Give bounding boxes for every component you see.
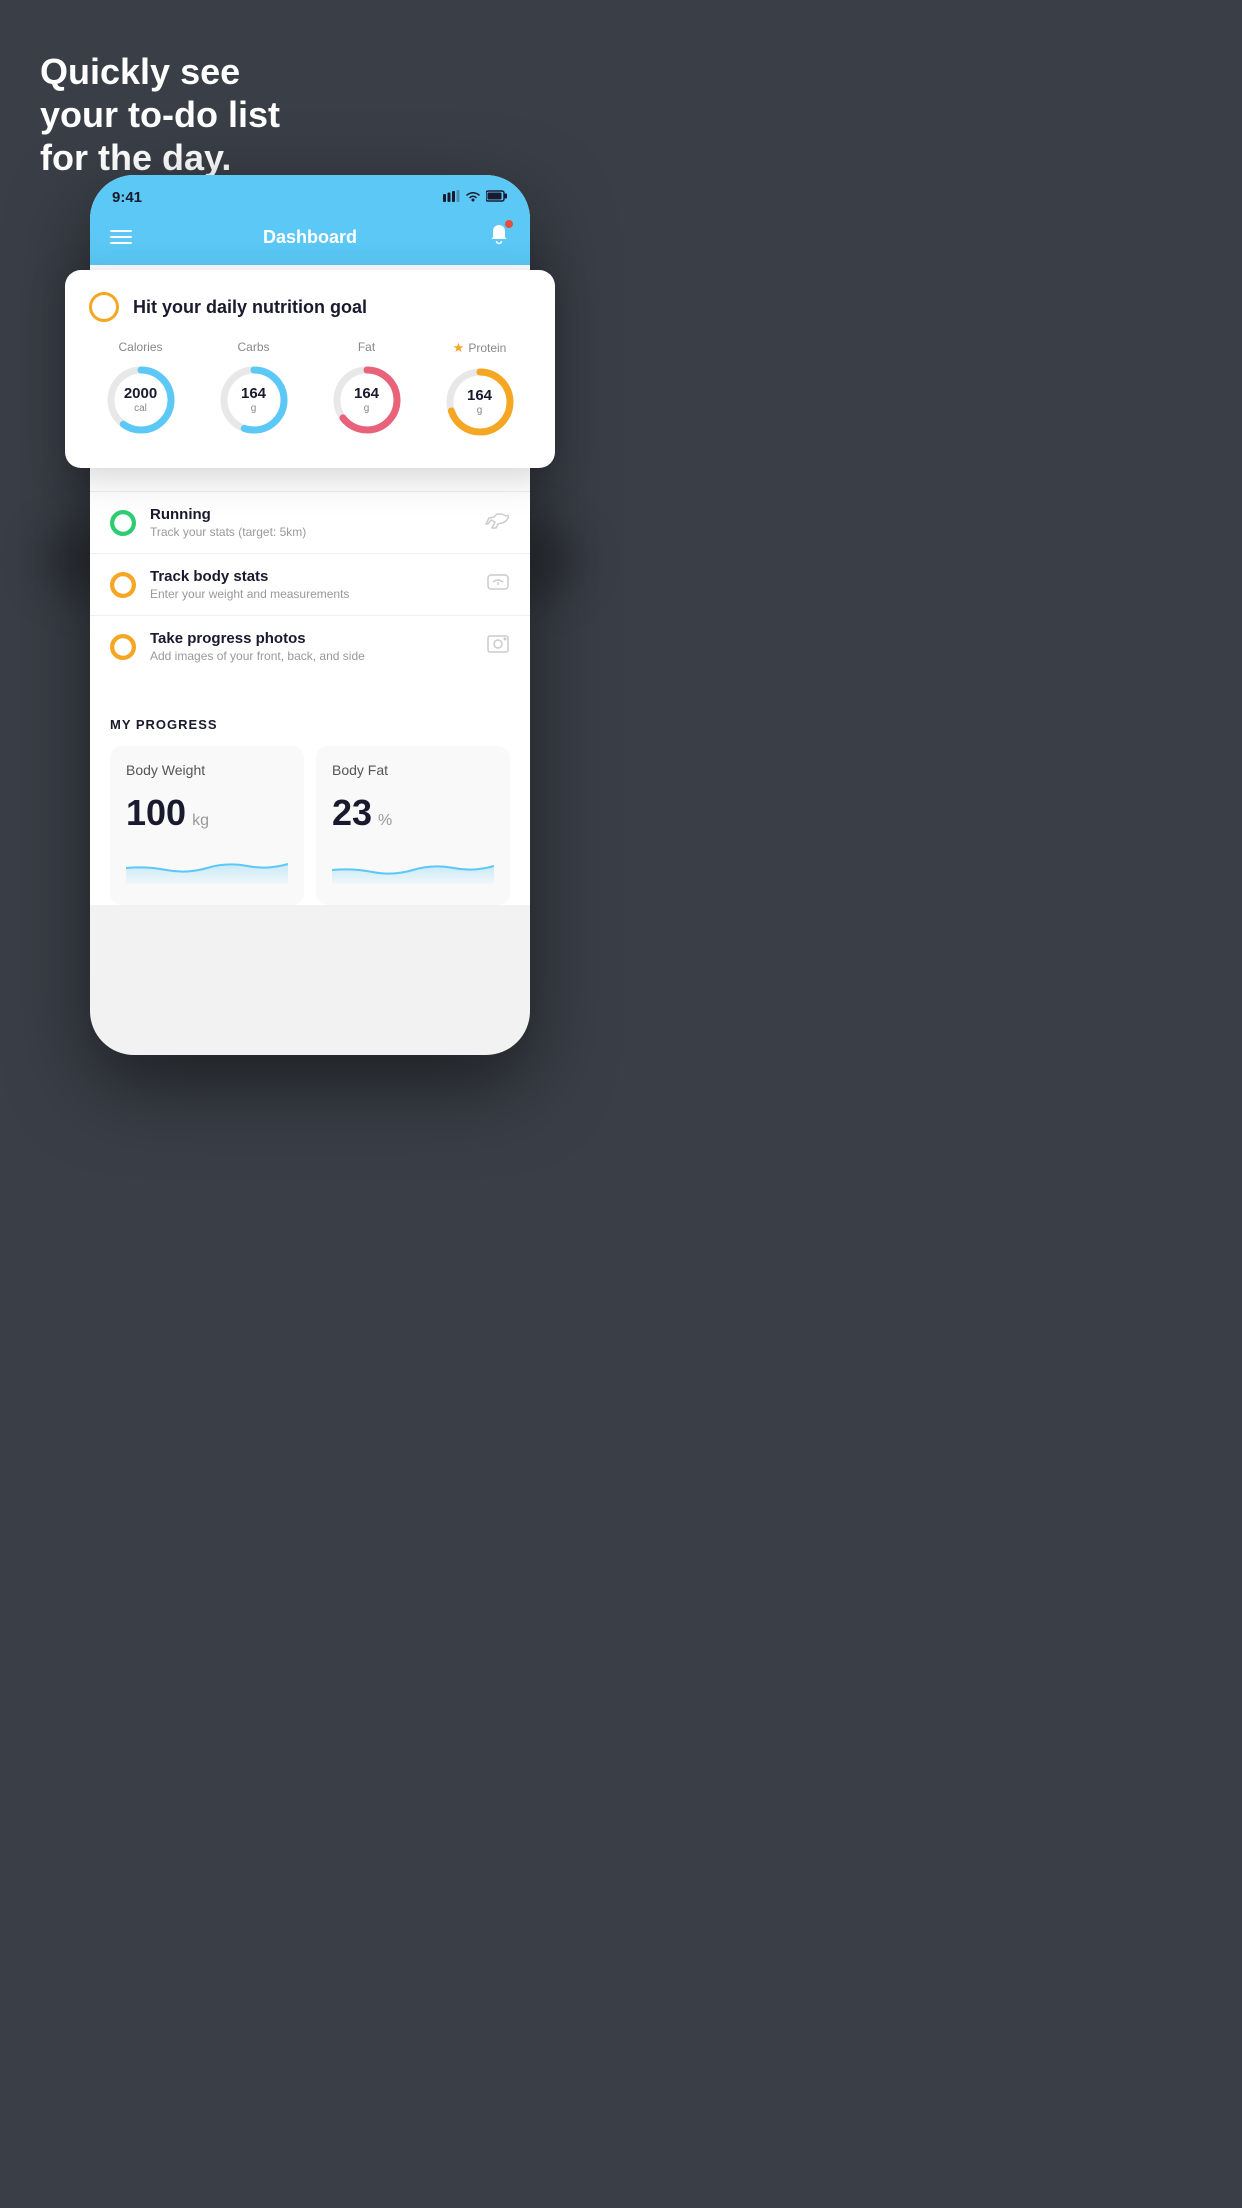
nav-bar: Dashboard: [90, 215, 530, 265]
battery-icon: [486, 190, 508, 205]
signal-icon: [443, 190, 460, 205]
macro-carbs-label: Carbs: [237, 340, 269, 354]
macro-carbs-donut: 164 g: [214, 360, 294, 440]
body-fat-sparkline: [332, 848, 494, 884]
headline-line3: for the day.: [40, 136, 280, 179]
todo-check-body-stats: [110, 572, 136, 598]
todo-check-running: [110, 510, 136, 536]
body-fat-label: Body Fat: [332, 762, 494, 778]
macro-carbs-value: 164: [241, 385, 266, 403]
body-weight-card[interactable]: Body Weight 100 kg: [110, 746, 304, 905]
todo-text-progress-photos: Take progress photos Add images of your …: [150, 630, 472, 663]
todo-item-running[interactable]: Running Track your stats (target: 5km): [90, 491, 530, 553]
body-weight-value-row: 100 kg: [126, 792, 288, 834]
nutrition-card-header: Hit your daily nutrition goal: [89, 292, 531, 322]
macro-fat-unit: g: [354, 403, 379, 415]
body-fat-card[interactable]: Body Fat 23 %: [316, 746, 510, 905]
macro-calories-unit: cal: [124, 403, 157, 415]
todo-text-running: Running Track your stats (target: 5km): [150, 506, 470, 539]
nav-title: Dashboard: [263, 227, 357, 248]
macro-carbs-unit: g: [241, 403, 266, 415]
macro-carbs: Carbs 164 g: [214, 340, 294, 442]
body-fat-value: 23: [332, 792, 372, 834]
todo-sub-progress-photos: Add images of your front, back, and side: [150, 649, 472, 663]
todo-item-progress-photos[interactable]: Take progress photos Add images of your …: [90, 615, 530, 677]
body-weight-sparkline: [126, 848, 288, 884]
body-weight-label: Body Weight: [126, 762, 288, 778]
macro-protein-value: 164: [467, 387, 492, 405]
todo-title-running: Running: [150, 506, 470, 523]
macro-protein-donut: 164 g: [440, 362, 520, 442]
headline-line1: Quickly see: [40, 50, 280, 93]
body-weight-unit: kg: [192, 812, 209, 830]
macro-fat-label: Fat: [358, 340, 375, 354]
star-icon: ★: [453, 340, 465, 356]
todo-item-body-stats[interactable]: Track body stats Enter your weight and m…: [90, 553, 530, 615]
macro-calories: Calories 2000 cal: [101, 340, 181, 442]
macro-protein-unit: g: [467, 405, 492, 417]
hamburger-menu[interactable]: [110, 230, 132, 244]
todo-sub-running: Track your stats (target: 5km): [150, 525, 470, 539]
body-fat-value-row: 23 %: [332, 792, 494, 834]
notification-bell[interactable]: [488, 223, 510, 251]
macro-protein: ★ Protein 164 g: [440, 340, 520, 442]
macro-fat-value: 164: [354, 385, 379, 403]
todo-title-body-stats: Track body stats: [150, 568, 472, 585]
macro-fat: Fat 164 g: [327, 340, 407, 442]
todo-sub-body-stats: Enter your weight and measurements: [150, 587, 472, 601]
nutrition-card-title: Hit your daily nutrition goal: [133, 297, 367, 318]
running-icon: [484, 510, 510, 536]
nutrition-card: Hit your daily nutrition goal Calories 2…: [65, 270, 555, 468]
macro-fat-donut: 164 g: [327, 360, 407, 440]
todo-title-progress-photos: Take progress photos: [150, 630, 472, 647]
wifi-icon: [465, 190, 481, 205]
photo-icon: [486, 633, 510, 661]
headline-line2: your to-do list: [40, 93, 280, 136]
status-bar: 9:41: [90, 175, 530, 215]
progress-section-title: MY PROGRESS: [110, 717, 510, 732]
nutrition-check-circle: [89, 292, 119, 322]
progress-cards: Body Weight 100 kg: [110, 746, 510, 905]
todo-check-progress-photos: [110, 634, 136, 660]
macro-calories-value: 2000: [124, 385, 157, 403]
status-time: 9:41: [112, 189, 142, 206]
body-weight-value: 100: [126, 792, 186, 834]
scale-icon: [486, 571, 510, 599]
progress-section: MY PROGRESS Body Weight 100 kg: [90, 697, 530, 905]
macro-calories-label: Calories: [118, 340, 162, 354]
body-fat-unit: %: [378, 812, 392, 830]
headline: Quickly see your to-do list for the day.: [40, 50, 280, 180]
nutrition-macros: Calories 2000 cal Carbs: [89, 340, 531, 442]
notification-dot: [505, 220, 513, 228]
macro-protein-label: ★ Protein: [453, 340, 507, 356]
todo-text-body-stats: Track body stats Enter your weight and m…: [150, 568, 472, 601]
macro-calories-donut: 2000 cal: [101, 360, 181, 440]
status-icons: [443, 190, 508, 205]
